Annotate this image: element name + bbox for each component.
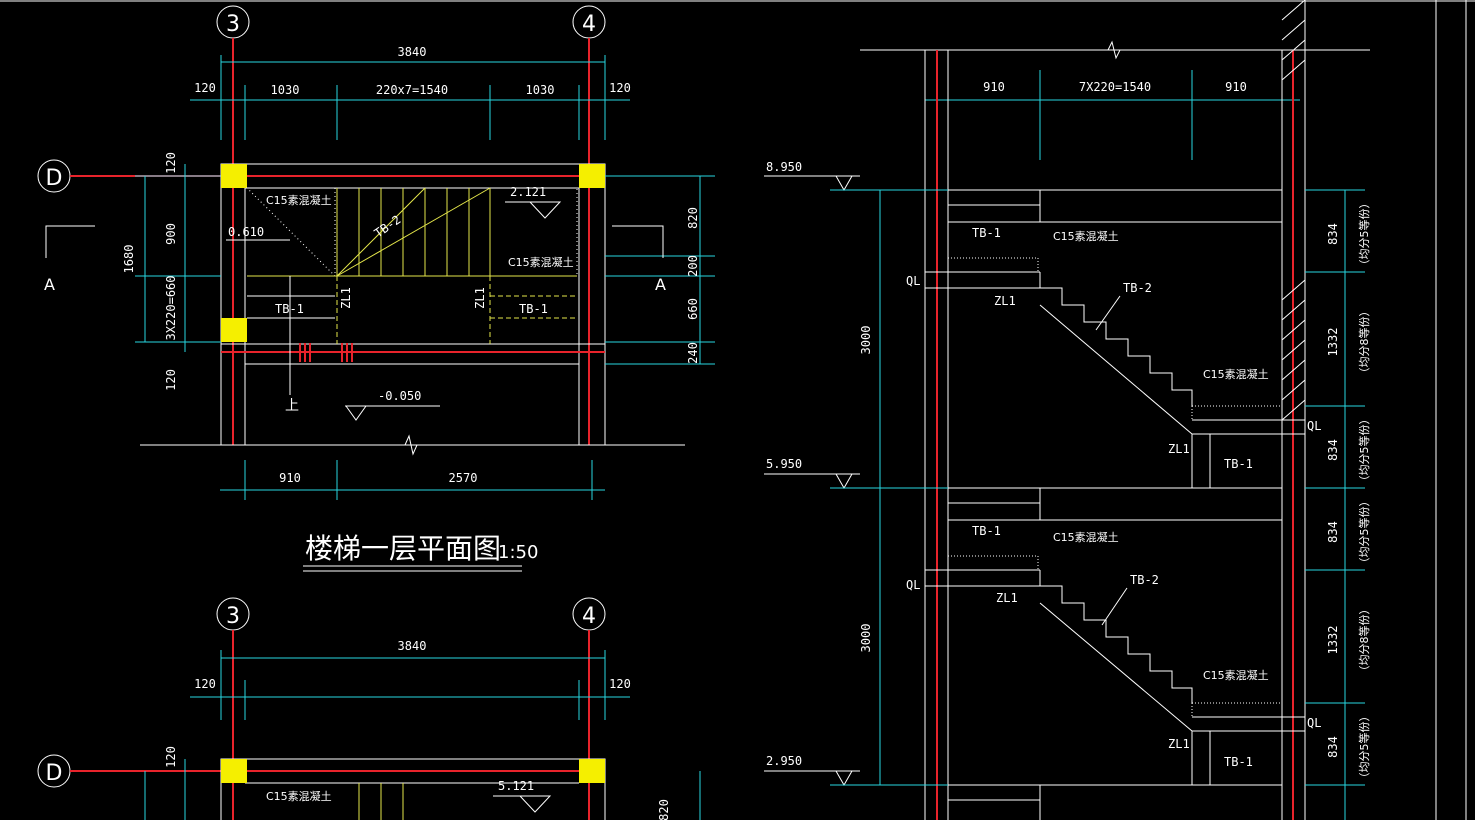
dim-left-v3: 1680 (122, 245, 136, 274)
label-tb1-left: TB-1 (275, 302, 304, 316)
plan-scale: 1:50 (498, 542, 538, 563)
sec-note-b: （均分8等份） (1357, 306, 1371, 379)
sec-rdim4: 834 (1326, 521, 1340, 543)
section-marker-right (612, 225, 664, 258)
column-top-right (579, 164, 605, 188)
dim-right-v2: 200 (686, 255, 700, 277)
section-marker-left (45, 225, 95, 258)
dim-seg3: 1030 (526, 83, 555, 97)
plan-title: 楼梯一层平面图 (305, 532, 501, 565)
stair-section: 910 7X220=1540 910 8.950 5.950 2.950 300… (764, 0, 1371, 820)
sec-ql-d: QL (1307, 716, 1321, 730)
stair-well-outline (220, 163, 606, 345)
label-tb1-right: TB-1 (519, 302, 548, 316)
dim-left-v2: 900 (164, 223, 178, 245)
dim-right-v4: 240 (686, 342, 700, 364)
plan-second-floor: 3 4 D 3840 120 120 120 820 C15素混凝土 5.121 (37, 597, 701, 820)
column-mid-left (221, 318, 247, 342)
dim-bottom2: 2570 (449, 471, 478, 485)
dim2-total: 3840 (398, 639, 427, 653)
label-zl1-right: ZL1 (473, 287, 487, 309)
elev-m0050: -0.050 (378, 389, 421, 403)
sec-elev-mid: 5.950 (766, 457, 802, 471)
sec-c15-a: C15素混凝土 (1053, 229, 1119, 243)
elev-2121: 2.121 (510, 185, 546, 199)
sec-note-a: （均分5等份） (1357, 198, 1371, 271)
sec-tb2-b: TB-2 (1130, 573, 1159, 587)
sec-ql-b: QL (906, 578, 920, 592)
sec-dim-mid: 7X220=1540 (1079, 80, 1151, 94)
sec-c15-d: C15素混凝土 (1203, 668, 1269, 682)
dim-left-v5: 120 (164, 369, 178, 391)
sec-ql-a: QL (906, 274, 920, 288)
dim-left-wall: 120 (194, 81, 216, 95)
dim2-right-v1: 820 (657, 799, 671, 820)
sec-rdim3: 834 (1326, 439, 1340, 461)
dim-right-v3: 660 (686, 298, 700, 320)
sec-note-d: （均分5等份） (1357, 496, 1371, 569)
sec-rdim1: 834 (1326, 223, 1340, 245)
sec-dim-left: 910 (983, 80, 1005, 94)
sec-dim-right: 910 (1225, 80, 1247, 94)
section-a-left: A (44, 275, 55, 294)
sec-zl1-c: ZL1 (1168, 442, 1190, 456)
dim2-right-wall: 120 (609, 677, 631, 691)
sec-tb1-a: TB-1 (972, 226, 1001, 240)
label-zl1-left: ZL1 (339, 287, 353, 309)
sec-ql-c: QL (1307, 419, 1321, 433)
axis2-label-d: D (46, 761, 63, 786)
sec-tb1-c: TB-1 (1224, 457, 1253, 471)
cad-drawing-canvas[interactable]: 3 4 D 3840 120 1030 220x7=1540 1030 120 (0, 0, 1475, 820)
label-up: 上 (285, 398, 299, 414)
elev2: 5.121 (498, 779, 534, 793)
sec-zl1-a: ZL1 (994, 294, 1016, 308)
dim2-left-v1: 120 (164, 746, 178, 768)
sec-zl1-d: ZL1 (1168, 737, 1190, 751)
sec-tb2-a: TB-2 (1123, 281, 1152, 295)
dim-seg2: 220x7=1540 (376, 83, 448, 97)
label-c15-a: C15素混凝土 (266, 193, 332, 207)
label2-c15: C15素混凝土 (266, 789, 332, 803)
sec-c15-b: C15素混凝土 (1053, 530, 1119, 544)
sec-tb1-b: TB-1 (972, 524, 1001, 538)
dim-total: 3840 (398, 45, 427, 59)
axis-label-4: 4 (582, 12, 596, 37)
column-top-left (221, 164, 247, 188)
label-tb2: TB-2 (372, 212, 404, 240)
sec-c15-c: C15素混凝土 (1203, 367, 1269, 381)
sec-note-f: （均分5等份） (1357, 711, 1371, 784)
elev-0610: 0.610 (228, 225, 264, 239)
sec-rdim6: 834 (1326, 736, 1340, 758)
sec-tb1-d: TB-1 (1224, 755, 1253, 769)
axis-label-d: D (46, 166, 63, 191)
sec-height-2: 3000 (859, 624, 873, 653)
axis2-label-3: 3 (226, 604, 240, 629)
label-c15-b: C15素混凝土 (508, 255, 574, 269)
sec-zl1-b: ZL1 (996, 591, 1018, 605)
dim-seg1: 1030 (271, 83, 300, 97)
sec-note-c: （均分5等份） (1357, 414, 1371, 487)
sec-height-1: 3000 (859, 326, 873, 355)
sec-rdim5: 1332 (1326, 626, 1340, 655)
dim-left-v1: 120 (164, 152, 178, 174)
section-a-right: A (655, 275, 666, 294)
dim2-left-wall: 120 (194, 677, 216, 691)
axis-label-3: 3 (226, 12, 240, 37)
dim-right-wall: 120 (609, 81, 631, 95)
sec-elev-top: 8.950 (766, 160, 802, 174)
dim-right-v1: 820 (686, 207, 700, 229)
sec-rdim2: 1332 (1326, 328, 1340, 357)
sec-elev-low: 2.950 (766, 754, 802, 768)
dim-bottom1: 910 (279, 471, 301, 485)
dim-left-v4: 3X220=660 (164, 275, 178, 340)
axis2-label-4: 4 (582, 604, 596, 629)
sec-note-e: （均分8等份） (1357, 604, 1371, 677)
plan-first-floor: 3 4 D 3840 120 1030 220x7=1540 1030 120 (37, 5, 715, 572)
